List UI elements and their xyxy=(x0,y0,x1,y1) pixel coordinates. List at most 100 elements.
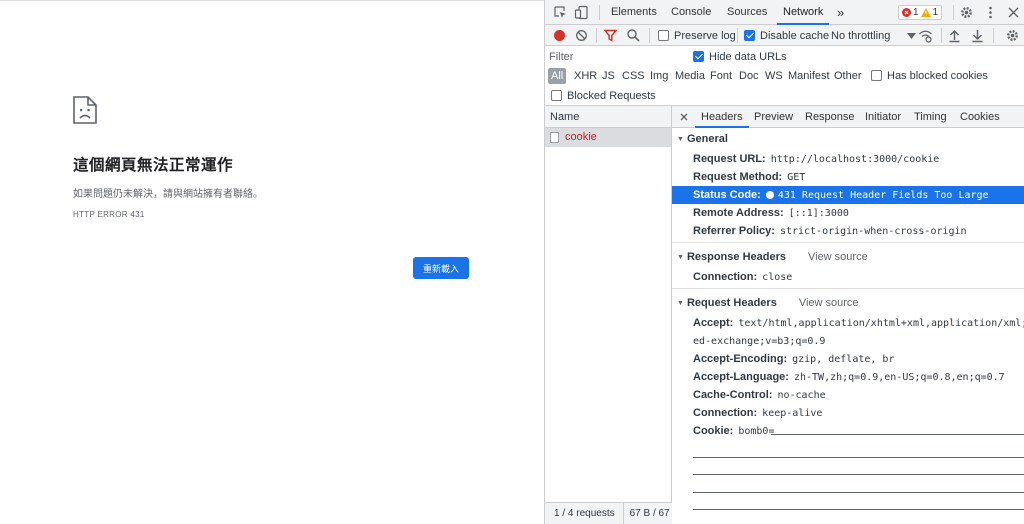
request-headers-title: Request Headers xyxy=(686,297,777,309)
request-row[interactable]: cookie xyxy=(545,128,671,147)
type-filter-js[interactable]: JS xyxy=(602,68,615,84)
filter-input[interactable] xyxy=(549,49,681,65)
tab-timing[interactable]: Timing xyxy=(914,106,947,128)
close-details-icon[interactable] xyxy=(680,113,688,121)
request-count: 1 / 4 requests xyxy=(545,503,624,524)
type-filter-other[interactable]: Other xyxy=(834,68,862,84)
device-toolbar-icon[interactable] xyxy=(574,5,589,20)
accept-continuation: ed-exchange;v=b3;q=0.9 xyxy=(693,335,826,347)
toolbar-divider xyxy=(941,28,942,43)
details-tabbar: Headers Preview Response Initiator Timin… xyxy=(672,106,1024,128)
error-icon xyxy=(902,8,911,17)
network-conditions-icon[interactable] xyxy=(918,28,933,43)
throttling-value: No throttling xyxy=(831,29,891,42)
issues-badge[interactable]: 1 1 xyxy=(898,5,943,20)
settings-gear-icon[interactable] xyxy=(959,5,974,20)
toolbar-divider xyxy=(993,28,994,43)
header-key: Remote Address: xyxy=(693,207,784,219)
blocked-requests-label: Blocked Requests xyxy=(567,89,656,102)
header-key: Connection: xyxy=(693,407,758,419)
type-filter-media[interactable]: Media xyxy=(675,68,705,84)
header-key: Status Code: xyxy=(693,189,761,201)
cookie-value-line xyxy=(693,493,1024,510)
header-value: GET xyxy=(787,171,806,183)
name-column-header[interactable]: Name xyxy=(545,106,671,128)
type-filter-css[interactable]: CSS xyxy=(622,68,645,84)
tab-cookies[interactable]: Cookies xyxy=(960,106,1000,128)
hide-data-urls-box[interactable] xyxy=(693,51,704,62)
view-source-link[interactable]: View source xyxy=(808,251,868,263)
search-icon[interactable] xyxy=(626,28,641,43)
hide-data-urls-checkbox[interactable]: Hide data URLs xyxy=(693,46,787,67)
tab-network[interactable]: Network xyxy=(776,0,830,25)
throttling-select[interactable]: No throttling xyxy=(831,25,917,46)
tabbar-divider xyxy=(953,5,954,20)
tab-headers[interactable]: Headers xyxy=(695,106,749,128)
header-value: bomb0= xyxy=(738,425,775,437)
preserve-log-checkbox[interactable]: Preserve log xyxy=(658,25,736,46)
blocked-requests-checkbox[interactable]: Blocked Requests xyxy=(551,85,656,106)
accept-language-row[interactable]: Accept-Language: zh-TW,zh;q=0.9,en-US;q=… xyxy=(672,368,1024,386)
type-filter-all[interactable]: All xyxy=(548,68,567,84)
tab-sources[interactable]: Sources xyxy=(727,0,767,25)
connection-row[interactable]: Connection: keep-alive xyxy=(672,404,1024,422)
record-icon[interactable] xyxy=(552,28,567,43)
request-url-row[interactable]: Request URL: http://localhost:3000/cooki… xyxy=(672,150,1024,168)
response-headers-toggle[interactable]: ▼ Response Headers View source xyxy=(672,246,1024,268)
type-filter-manifest[interactable]: Manifest xyxy=(788,68,830,84)
tab-elements[interactable]: Elements xyxy=(611,0,657,25)
status-code-row[interactable]: Status Code: 431 Request Header Fields T… xyxy=(672,186,1024,204)
warning-count: 1 xyxy=(932,7,939,18)
header-key: Accept: xyxy=(693,317,734,329)
clear-icon[interactable] xyxy=(574,28,589,43)
toolbar-divider xyxy=(737,28,738,43)
more-options-icon[interactable] xyxy=(983,5,998,20)
section-divider xyxy=(672,288,1024,289)
response-connection-row[interactable]: Connection: close xyxy=(672,268,1024,286)
close-icon[interactable] xyxy=(1006,5,1021,20)
request-headers-toggle[interactable]: ▼ Request Headers View source xyxy=(672,292,1024,314)
transfer-size: 67 B / 67 xyxy=(629,508,670,519)
disable-cache-box[interactable] xyxy=(744,30,755,41)
cookie-row[interactable]: Cookie: bomb0= xyxy=(672,422,1024,440)
has-blocked-cookies-label: Has blocked cookies xyxy=(887,69,988,82)
filter-icon[interactable] xyxy=(603,28,618,43)
cache-control-row[interactable]: Cache-Control: no-cache xyxy=(672,386,1024,404)
tab-initiator[interactable]: Initiator xyxy=(865,106,901,128)
tab-preview[interactable]: Preview xyxy=(754,106,793,128)
inspect-element-icon[interactable] xyxy=(553,5,568,20)
devtools-panel: Elements Console Sources Network » 1 1 P… xyxy=(544,0,1024,524)
disable-cache-checkbox[interactable]: Disable cache xyxy=(744,25,829,46)
blocked-requests-box[interactable] xyxy=(551,90,562,101)
preserve-log-label: Preserve log xyxy=(674,29,736,42)
import-har-icon[interactable] xyxy=(947,28,962,43)
type-filter-font[interactable]: Font xyxy=(710,68,732,84)
network-settings-gear-icon[interactable] xyxy=(1005,28,1020,43)
remote-address-row[interactable]: Remote Address: [::1]:3000 xyxy=(672,204,1024,222)
accept-row[interactable]: Accept: text/html,application/xhtml+xml,… xyxy=(672,314,1024,332)
reload-button[interactable]: 重新載入 xyxy=(413,257,469,279)
cookie-value-line xyxy=(693,475,1024,493)
view-source-link[interactable]: View source xyxy=(799,297,859,309)
error-code: HTTP ERROR 431 xyxy=(73,210,145,219)
has-blocked-cookies-checkbox[interactable]: Has blocked cookies xyxy=(871,65,988,86)
accept-encoding-row[interactable]: Accept-Encoding: gzip, deflate, br xyxy=(672,350,1024,368)
preserve-log-box[interactable] xyxy=(658,30,669,41)
general-section-toggle[interactable]: ▼ General xyxy=(672,128,1024,150)
header-key: Connection: xyxy=(693,271,758,283)
export-har-icon[interactable] xyxy=(970,28,985,43)
header-key: Accept-Language: xyxy=(693,371,789,383)
tab-console[interactable]: Console xyxy=(671,0,711,25)
devtools-tabbar: Elements Console Sources Network » 1 1 xyxy=(545,0,1024,25)
more-tabs-button[interactable]: » xyxy=(837,0,844,25)
header-value: keep-alive xyxy=(762,407,823,419)
type-filter-ws[interactable]: WS xyxy=(765,68,783,84)
request-details: Headers Preview Response Initiator Timin… xyxy=(672,106,1024,524)
type-filter-doc[interactable]: Doc xyxy=(739,68,759,84)
request-method-row[interactable]: Request Method: GET xyxy=(672,168,1024,186)
tab-response[interactable]: Response xyxy=(805,106,855,128)
type-filter-img[interactable]: Img xyxy=(650,68,668,84)
has-blocked-cookies-box[interactable] xyxy=(871,70,882,81)
type-filter-xhr[interactable]: XHR xyxy=(574,68,597,84)
referrer-policy-row[interactable]: Referrer Policy: strict-origin-when-cros… xyxy=(672,222,1024,240)
